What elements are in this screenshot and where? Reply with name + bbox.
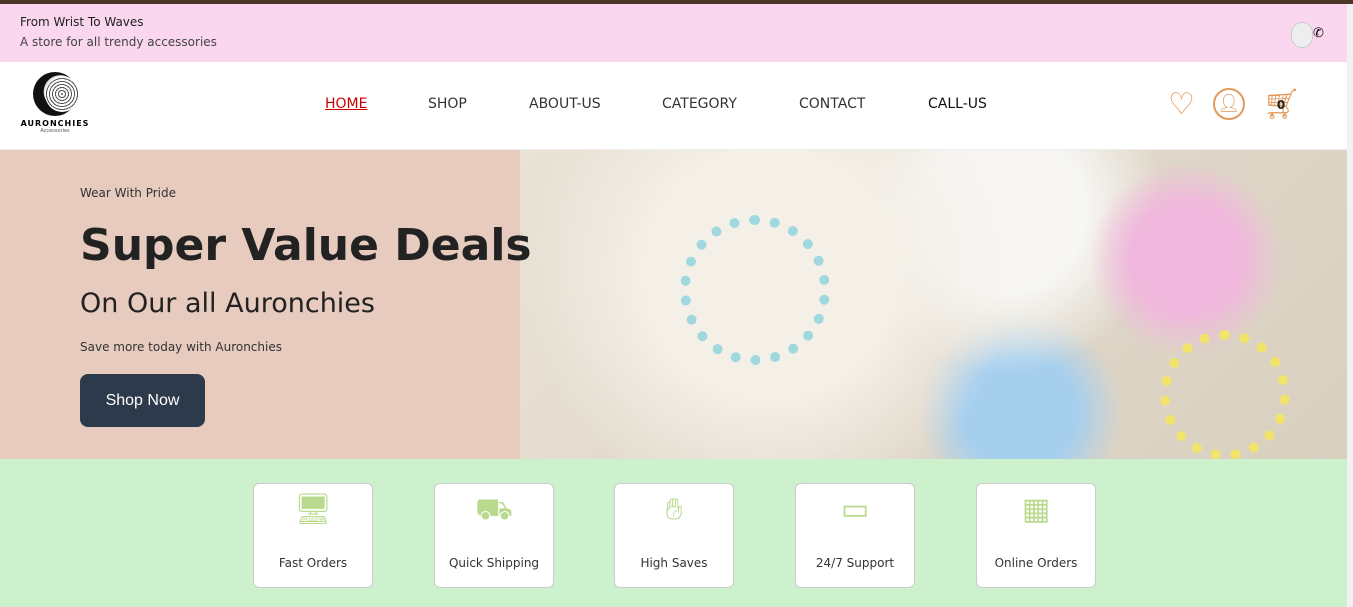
cart-count: 0 bbox=[1276, 98, 1286, 112]
feature-label: Fast Orders bbox=[278, 556, 348, 570]
feature-card[interactable]: ⛟ Quick Shipping bbox=[434, 483, 554, 588]
nav-about-us[interactable]: ABOUT-US bbox=[529, 96, 601, 112]
nav-shop[interactable]: SHOP bbox=[428, 96, 467, 112]
theme-toggle[interactable] bbox=[1291, 22, 1313, 48]
cart-icon[interactable]: 🛒︎ 0 bbox=[1263, 88, 1301, 122]
browser-shirt-icon: ▭ bbox=[840, 492, 870, 527]
tagline-title: From Wrist To Waves bbox=[20, 15, 144, 29]
feature-card[interactable]: ✋︎ High Saves bbox=[614, 483, 734, 588]
hand-coins-icon: ✋︎ bbox=[665, 492, 683, 527]
bracelet-image bbox=[1160, 330, 1290, 459]
logo-name: AURONCHIES bbox=[20, 119, 90, 128]
features-section: 🖥︎ Fast Orders ⛟ Quick Shipping ✋︎ High Sav… bbox=[0, 459, 1353, 607]
nav-home[interactable]: HOME bbox=[325, 96, 367, 112]
hero-subtitle: On Our all Auronchies bbox=[80, 288, 375, 319]
feature-card[interactable]: 🖥︎ Fast Orders bbox=[253, 483, 373, 588]
hero-text: Save more today with Auronchies bbox=[80, 340, 282, 354]
hero-image bbox=[520, 150, 1353, 459]
nav-contact[interactable]: CONTACT bbox=[799, 96, 865, 112]
tagline-subtitle: A store for all trendy accessories bbox=[20, 35, 217, 49]
hero-kicker: Wear With Pride bbox=[80, 186, 176, 200]
phone-icon[interactable]: ✆ bbox=[1313, 26, 1324, 41]
shop-now-button[interactable]: Shop Now bbox=[80, 374, 205, 427]
feature-label: High Saves bbox=[640, 556, 708, 570]
feature-card[interactable]: ▭ 24/7 Support bbox=[795, 483, 915, 588]
truck-icon: ⛟ bbox=[475, 492, 513, 527]
top-bar: From Wrist To Waves A store for all tren… bbox=[0, 4, 1353, 62]
navbar: AURONCHIES Accessories HOME SHOP ABOUT-U… bbox=[0, 62, 1353, 150]
hero-banner: Wear With Pride Super Value Deals On Our… bbox=[0, 150, 1353, 459]
heart-icon[interactable]: ♡ bbox=[1168, 88, 1195, 122]
logo-tagline: Accessories bbox=[40, 128, 70, 134]
feature-label: 24/7 Support bbox=[815, 556, 895, 570]
bracelet-image bbox=[680, 215, 830, 365]
nav-call-us[interactable]: CALL-US bbox=[928, 96, 987, 112]
pos-terminal-icon: ▦ bbox=[1021, 492, 1051, 527]
feature-label: Online Orders bbox=[994, 556, 1078, 570]
moon-logo-icon bbox=[33, 72, 79, 116]
monitor-icon: 🖥︎ bbox=[293, 492, 333, 527]
feature-label: Quick Shipping bbox=[448, 556, 540, 570]
nav-category[interactable]: CATEGORY bbox=[662, 96, 737, 112]
feature-card[interactable]: ▦ Online Orders bbox=[976, 483, 1096, 588]
logo[interactable]: AURONCHIES Accessories bbox=[20, 72, 90, 134]
scrollbar[interactable] bbox=[1347, 4, 1353, 607]
user-icon[interactable]: 👤︎ bbox=[1212, 88, 1245, 120]
hero-title: Super Value Deals bbox=[80, 220, 532, 271]
